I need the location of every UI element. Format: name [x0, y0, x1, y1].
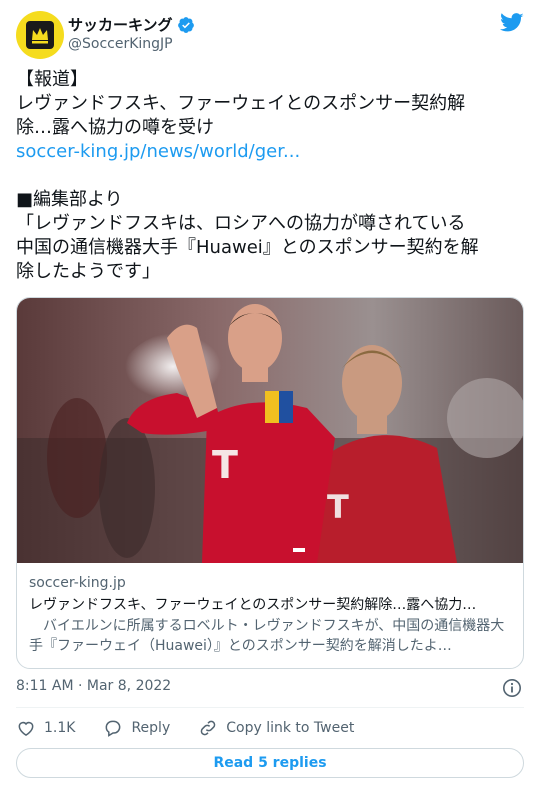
link-icon [200, 720, 216, 736]
tweet-actions: 1.1K Reply Copy link to Tweet [16, 716, 382, 740]
tweet-line: 「レヴァンドフスキは、ロシアへの協力が噂されている [16, 213, 466, 234]
author-handle[interactable]: @SoccerKingJP [68, 36, 173, 52]
crown-logo-icon [26, 21, 54, 49]
tweet-line: 中国の通信機器大手『Huawei』とのスポンサー契約を解 [16, 237, 479, 258]
read-replies-button[interactable]: Read 5 replies [16, 748, 524, 778]
tweet-line: 除したようです」 [16, 261, 160, 282]
tweet-link[interactable]: soccer-king.jp/news/world/ger... [16, 140, 528, 164]
reply-button[interactable]: Reply [103, 718, 170, 738]
svg-text:T: T [212, 443, 238, 487]
card-description: バイエルンに所属するロベルト・レヴァンドフスキが、中国の通信機器大手『ファーウェ… [29, 618, 505, 654]
avatar[interactable] [16, 11, 64, 59]
tweet-text: 【報道】 レヴァンドフスキ、ファーウェイとのスポンサー契約解 除…露へ協力の噂を… [16, 68, 528, 284]
card-domain: soccer-king.jp [29, 575, 126, 591]
heart-icon [18, 721, 34, 736]
tweet-line: 除…露へ協力の噂を受け [16, 117, 214, 138]
tweet-timestamp[interactable]: 8:11 AM · Mar 8, 2022 [16, 678, 171, 694]
info-icon[interactable] [502, 678, 522, 698]
copy-link-label: Copy link to Tweet [226, 720, 355, 736]
like-button[interactable]: 1.1K [16, 718, 75, 738]
verified-badge-icon [177, 16, 194, 33]
reply-label: Reply [131, 720, 171, 736]
twitter-bird-icon[interactable] [500, 13, 524, 33]
tweet-line: 【報道】 [16, 69, 88, 90]
tweet-line: ■編集部より [16, 189, 123, 210]
card-title: レヴァンドフスキ、ファーウェイとのスポンサー契約解除…露へ協力… [29, 597, 477, 613]
copy-link-button[interactable]: Copy link to Tweet [198, 718, 354, 738]
link-preview-card[interactable]: T T soccer-king.jp レヴァンドフスキ、ファーウェイとのスポンサ… [16, 297, 524, 669]
divider [16, 707, 524, 708]
like-count: 1.1K [44, 720, 76, 736]
tweet-embed: サッカーキング @SoccerKingJP 【報道】 レヴァンドフスキ、ファーウ… [0, 0, 540, 795]
svg-text:T: T [327, 488, 349, 526]
tweet-line: レヴァンドフスキ、ファーウェイとのスポンサー契約解 [16, 93, 466, 114]
reply-bubble-icon [106, 720, 121, 737]
author-display-name[interactable]: サッカーキング [68, 14, 173, 35]
article-photo: T T [17, 298, 523, 563]
